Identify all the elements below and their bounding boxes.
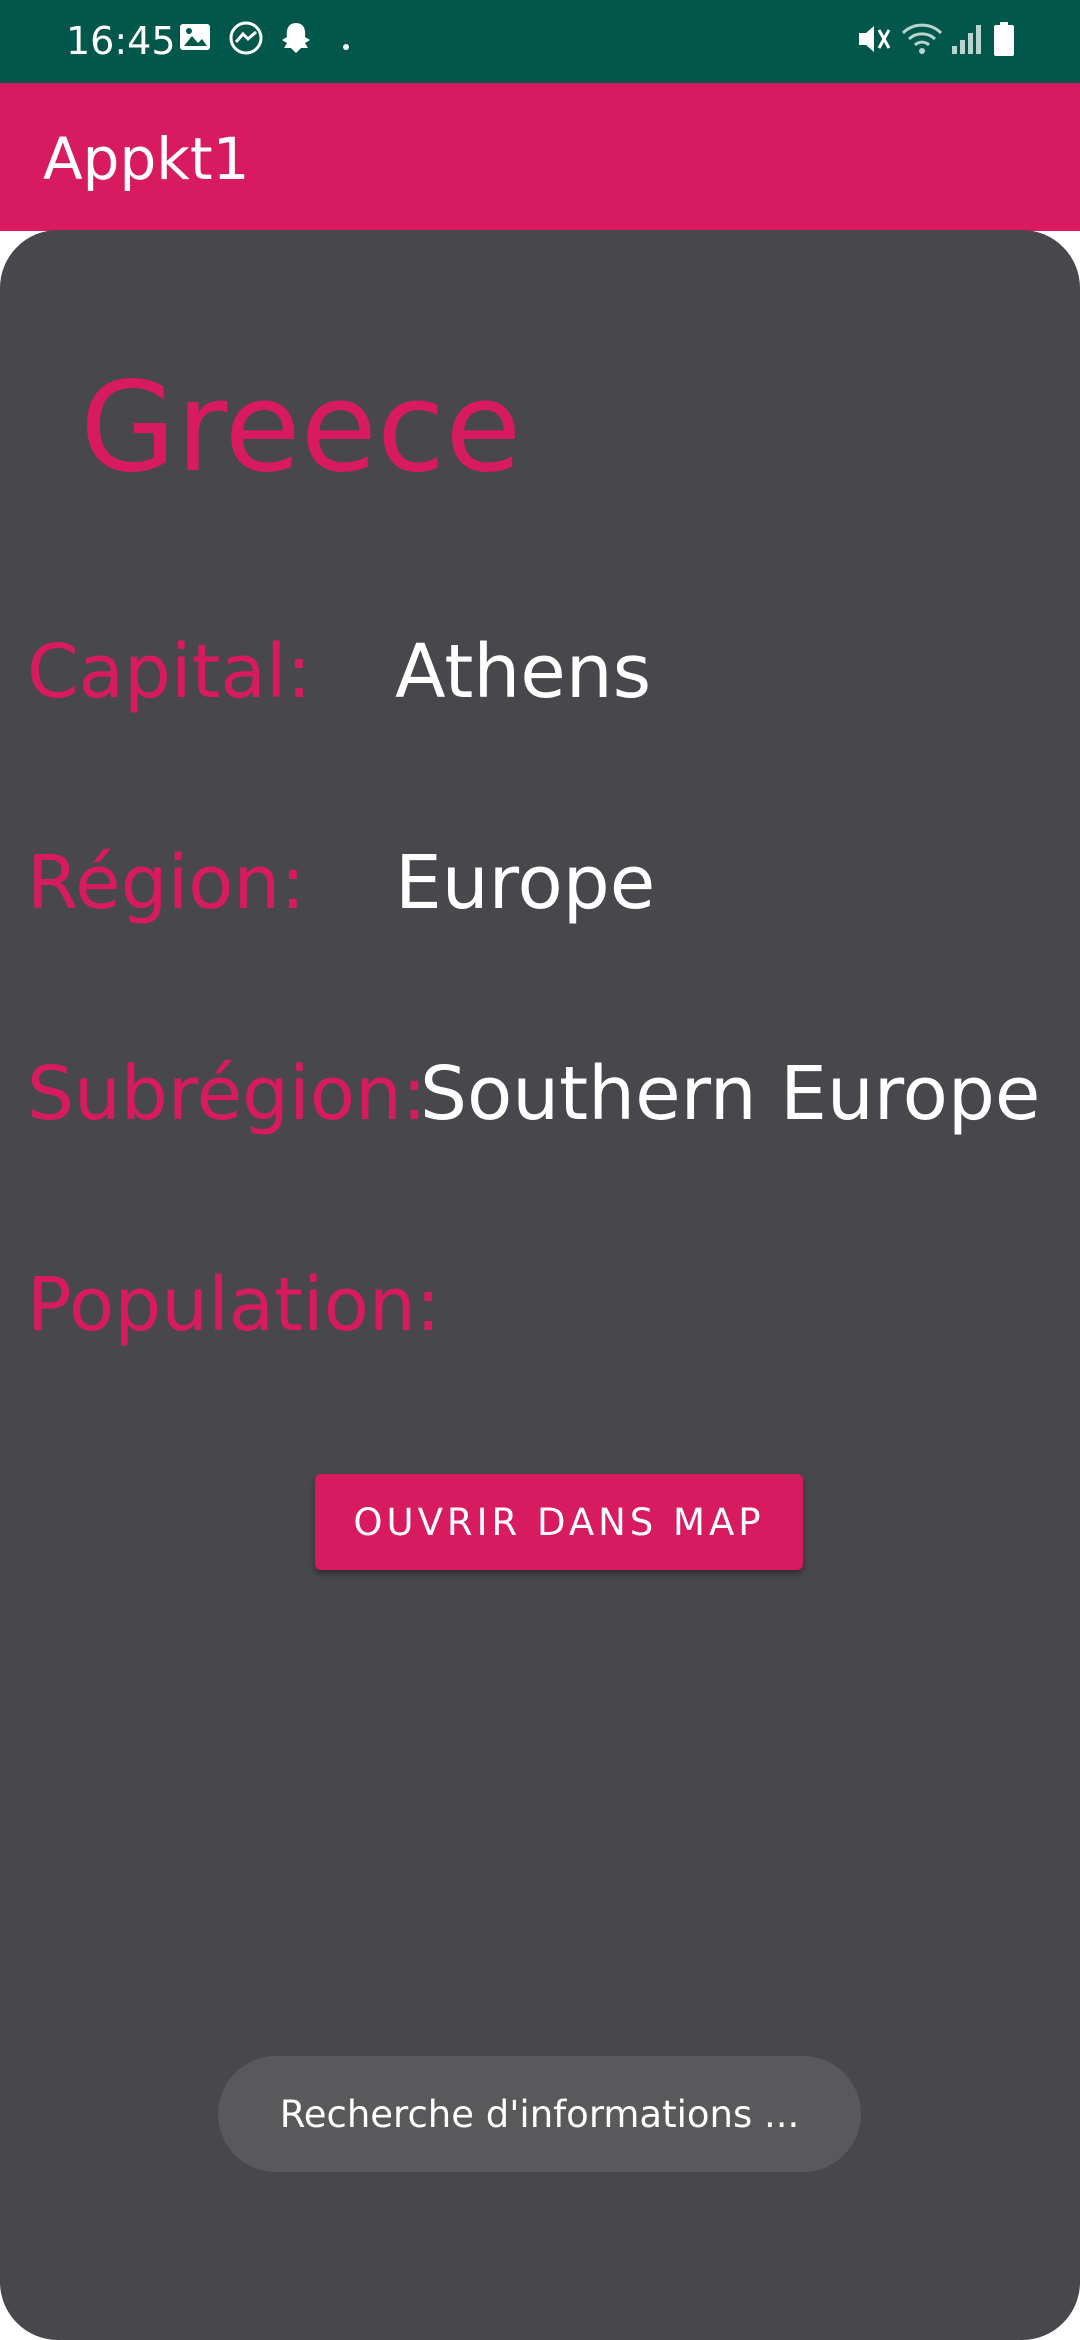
snapchat-icon	[277, 20, 315, 62]
mute-icon	[855, 20, 893, 62]
capital-value: Athens	[395, 629, 652, 715]
region-label: Région:	[27, 840, 306, 926]
toast-message: Recherche d'informations ...	[218, 2056, 861, 2172]
app-title: Appkt1	[43, 125, 250, 193]
toast-text: Recherche d'informations ...	[279, 2092, 800, 2136]
population-label: Population:	[27, 1262, 441, 1348]
open-map-button[interactable]: OUVRIR DANS MAP	[315, 1474, 803, 1570]
wifi-icon	[900, 20, 944, 62]
dot-icon	[342, 36, 350, 55]
signal-icon	[950, 20, 984, 62]
image-icon	[178, 20, 212, 58]
status-bar: 16:45	[0, 0, 1080, 83]
app-bar: Appkt1	[0, 83, 1080, 231]
capital-label: Capital:	[27, 629, 312, 715]
subregion-value: Southern Europe	[420, 1051, 1041, 1137]
messenger-icon	[227, 20, 265, 62]
status-time: 16:45	[66, 19, 176, 63]
country-name: Greece	[80, 356, 522, 500]
region-value: Europe	[395, 840, 656, 926]
battery-icon	[992, 20, 1016, 62]
subregion-label: Subrégion:	[27, 1051, 427, 1137]
